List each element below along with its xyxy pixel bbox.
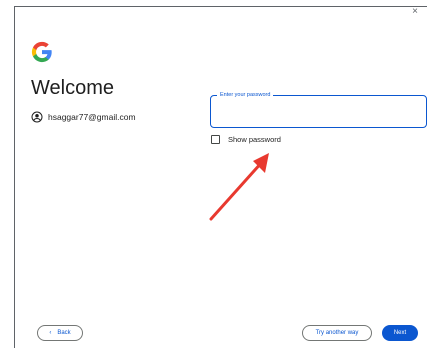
password-input[interactable] <box>219 104 419 120</box>
try-another-way-button[interactable]: Try another way <box>302 325 372 341</box>
page-title: Welcome <box>31 77 114 99</box>
red-arrow-icon <box>209 153 269 221</box>
sign-in-window: × Welcome hsaggar77@gmail.com Enter your… <box>14 6 427 348</box>
password-field-label: Enter your password <box>217 91 274 99</box>
back-button-label: Back <box>57 330 71 336</box>
show-password-toggle[interactable]: Show password <box>211 133 281 145</box>
password-field[interactable]: Enter your password <box>210 91 427 128</box>
google-g-logo <box>31 41 52 63</box>
show-password-label: Show password <box>228 134 281 144</box>
show-password-checkbox[interactable] <box>211 134 220 144</box>
close-icon[interactable]: × <box>409 7 421 19</box>
back-button[interactable]: ‹ Back <box>37 325 83 341</box>
next-button[interactable]: Next <box>382 325 418 341</box>
chevron-left-icon: ‹ <box>49 330 52 336</box>
account-email: hsaggar77@gmail.com <box>48 112 136 122</box>
account-chip[interactable]: hsaggar77@gmail.com <box>31 109 136 125</box>
account-circle-icon <box>31 111 43 123</box>
